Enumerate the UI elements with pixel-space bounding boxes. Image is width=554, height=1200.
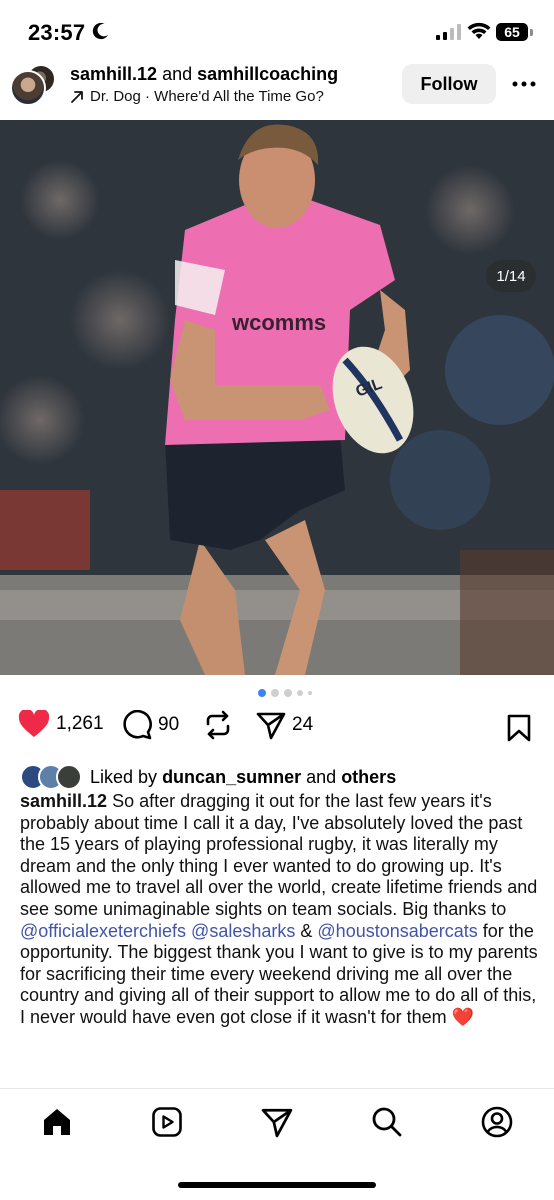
author-username[interactable]: samhill.12 — [70, 64, 157, 84]
nav-search[interactable] — [370, 1105, 404, 1139]
liker-avatar — [56, 764, 82, 790]
like-count[interactable]: 1,261 — [56, 713, 104, 735]
like-action[interactable]: 1,261 — [18, 710, 104, 738]
comment-action[interactable]: 90 — [122, 710, 179, 740]
cellular-signal-icon — [436, 24, 461, 40]
collaborator-username[interactable]: samhillcoaching — [197, 64, 338, 84]
authors-joiner: and — [162, 64, 193, 84]
liked-by-joiner: and — [306, 766, 337, 787]
status-bar: 23:57 65 — [0, 0, 554, 64]
reels-icon — [152, 1107, 182, 1137]
music-label: Dr. Dog · Where'd All the Time Go? — [90, 88, 324, 105]
carousel-dot — [271, 689, 279, 697]
comment-icon[interactable] — [122, 710, 152, 740]
nav-send[interactable] — [260, 1105, 294, 1139]
carousel-dot — [284, 689, 292, 697]
share-count[interactable]: 24 — [292, 714, 313, 736]
battery-indicator: 65 — [496, 23, 528, 41]
repost-action[interactable] — [203, 710, 233, 740]
wifi-icon — [467, 22, 491, 39]
author-avatar[interactable] — [10, 70, 46, 106]
nav-profile[interactable] — [480, 1105, 514, 1139]
more-options-icon[interactable] — [512, 74, 536, 94]
home-icon — [44, 1109, 70, 1135]
caption-amp: & — [300, 920, 313, 941]
send-icon — [261, 1108, 293, 1138]
liked-by-others[interactable]: others — [341, 767, 396, 787]
music-attribution[interactable]: Dr. Dog · Where'd All the Time Go? — [70, 88, 324, 105]
share-action[interactable]: 24 — [256, 710, 313, 740]
search-icon — [372, 1107, 402, 1137]
post-authors: samhill.12 and samhillcoaching — [70, 64, 338, 85]
liked-by-prefix: Liked by — [90, 766, 158, 787]
follow-button[interactable]: Follow — [402, 64, 496, 104]
liked-by-text: Liked by duncan_sumner and others — [90, 767, 396, 788]
image-counter: 1/14 — [486, 260, 536, 292]
clock: 23:57 — [28, 20, 86, 45]
repost-icon[interactable] — [203, 710, 233, 740]
moon-icon — [92, 22, 109, 40]
post-header: samhill.12 and samhillcoaching Dr. Dog ·… — [0, 62, 554, 118]
carousel-indicator — [258, 689, 312, 697]
carousel-dot — [308, 691, 312, 695]
carousel-dot — [258, 689, 266, 697]
post-image[interactable]: wcomms GIL 1/14 — [0, 120, 554, 675]
battery-cap — [530, 29, 533, 36]
mention-link[interactable]: @officialexeterchiefs — [20, 921, 186, 941]
nav-home[interactable] — [40, 1105, 74, 1139]
mention-link[interactable]: @houstonsabercats — [317, 921, 477, 941]
heart-icon[interactable] — [18, 710, 50, 738]
nav-reels[interactable] — [150, 1105, 184, 1139]
caption-author[interactable]: samhill.12 — [20, 791, 107, 811]
post-actions: 1,261 90 24 — [0, 710, 554, 754]
jersey-sponsor-text: wcomms — [231, 310, 326, 335]
carousel-dot — [297, 690, 303, 696]
comment-count[interactable]: 90 — [158, 714, 179, 736]
rugby-player-photo: wcomms GIL — [0, 120, 554, 675]
post-caption: samhill.12 So after dragging it out for … — [20, 791, 540, 1029]
liked-by-user[interactable]: duncan_sumner — [162, 767, 301, 787]
liked-by[interactable]: Liked by duncan_sumner and others — [20, 764, 396, 790]
home-indicator[interactable] — [178, 1182, 376, 1188]
profile-icon — [481, 1106, 513, 1138]
arrow-up-right-icon — [71, 90, 83, 103]
heart-emoji: ❤️ — [451, 1006, 475, 1027]
bottom-nav — [0, 1088, 554, 1159]
bookmark-icon[interactable] — [507, 714, 531, 742]
mention-link[interactable]: @salesharks — [191, 921, 295, 941]
send-icon[interactable] — [256, 710, 286, 740]
